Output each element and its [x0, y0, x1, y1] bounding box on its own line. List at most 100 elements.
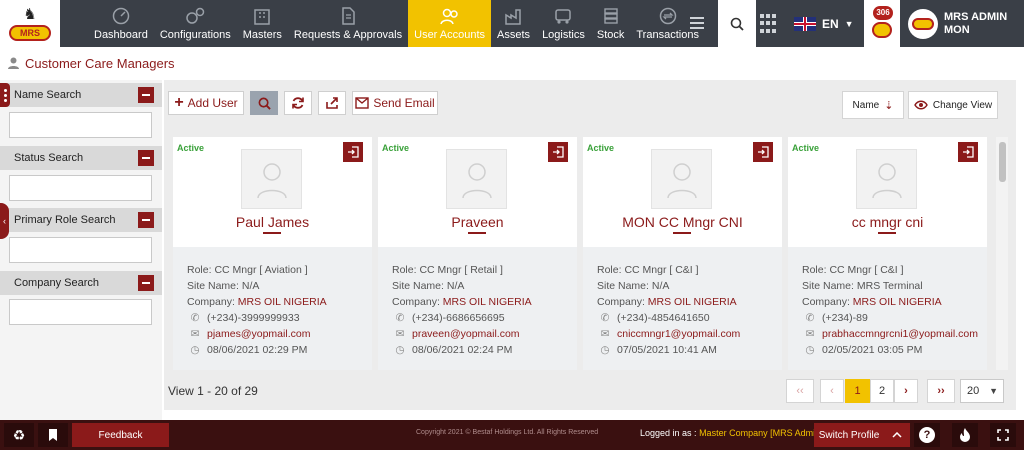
name-search-input[interactable]	[9, 112, 152, 138]
search-button[interactable]	[250, 91, 278, 115]
date-row: ◷ 08/06/2021 02:29 PM	[187, 342, 372, 358]
page-title-text: Customer Care Managers	[25, 55, 175, 71]
name-underline	[673, 232, 691, 234]
nav-label: Masters	[242, 29, 282, 41]
add-user-label: Add User	[187, 96, 238, 110]
role-row: Role: CC Mngr [ C&I ]	[802, 264, 904, 276]
nav-label: Requests & Approvals	[293, 29, 403, 41]
apps-grid-icon[interactable]	[760, 14, 780, 34]
fire-button[interactable]	[952, 423, 978, 447]
company-row: Company: MRS OIL NIGERIA	[597, 296, 737, 308]
nav-configurations[interactable]: Configurations	[154, 0, 237, 47]
footer-bar: ♻ Feedback Copyright 2021 © Bestaf Holdi…	[0, 420, 1024, 450]
filter-header-name[interactable]: Name Search	[0, 83, 162, 107]
prev-page-button[interactable]: ‹	[820, 379, 844, 403]
mrs-logo[interactable]: ♞ MRS	[0, 0, 60, 47]
per-page-select[interactable]: 20 ▼	[960, 379, 1004, 403]
logged-in-label: Logged in as :	[640, 428, 697, 438]
company-search-input[interactable]	[9, 299, 152, 325]
email-row[interactable]: ✉ cniccmngr1@yopmail.com	[597, 326, 782, 342]
nav-label: User Accounts	[414, 29, 486, 41]
next-page-button[interactable]: ›	[894, 379, 918, 403]
gears-icon	[184, 6, 206, 26]
export-button[interactable]	[318, 91, 346, 115]
export-icon	[326, 97, 338, 109]
feedback-button[interactable]: Feedback	[72, 423, 169, 447]
primary-role-search-input[interactable]	[9, 237, 152, 263]
email-row[interactable]: ✉ praveen@yopmail.com	[392, 326, 577, 342]
email-row[interactable]: ✉ prabhaccmngrcni1@yopmail.com	[802, 326, 987, 342]
refresh-button[interactable]	[284, 91, 312, 115]
status-badge: Active	[587, 143, 615, 153]
card-name: Praveen	[451, 214, 504, 230]
factory-icon	[503, 6, 525, 26]
send-email-button[interactable]: Send Email	[352, 91, 438, 115]
profile-placeholder-icon	[446, 149, 507, 209]
nav-stock[interactable]: Stock	[591, 0, 631, 47]
filter-header-primary-role[interactable]: Primary Role Search	[0, 208, 162, 232]
fullscreen-icon	[997, 429, 1009, 441]
clock-icon: ◷	[805, 344, 815, 356]
nav-user-accounts[interactable]: User Accounts	[408, 0, 492, 47]
login-as-button[interactable]	[958, 142, 978, 162]
page-2-button[interactable]: 2	[870, 379, 894, 403]
sidebar-collapse-chevron-icon[interactable]: ‹	[0, 203, 9, 239]
top-search-button[interactable]	[718, 0, 756, 47]
notifications-button[interactable]: 306	[864, 0, 900, 47]
change-view-button[interactable]: Change View	[908, 91, 998, 119]
chevron-up-icon[interactable]	[884, 423, 910, 447]
filter-label: Status Search	[14, 152, 84, 164]
collapse-minus-icon[interactable]	[138, 212, 154, 228]
bookmark-button[interactable]	[38, 423, 68, 447]
clock-icon: ◷	[395, 344, 405, 356]
last-page-button[interactable]: ››	[927, 379, 955, 403]
hamburger-menu-icon[interactable]	[690, 11, 714, 35]
recycle-button[interactable]: ♻	[4, 423, 34, 447]
site-row: Site Name: MRS Terminal	[802, 280, 923, 292]
nav-dashboard[interactable]: Dashboard	[88, 0, 154, 47]
login-as-button[interactable]	[343, 142, 363, 162]
phone-icon: ✆	[600, 312, 610, 324]
name-underline	[878, 232, 896, 234]
page-1-button[interactable]: 1	[845, 379, 870, 403]
language-selector[interactable]: EN ▼	[786, 0, 862, 47]
collapse-minus-icon[interactable]	[138, 275, 154, 291]
add-user-button[interactable]: + Add User	[168, 91, 244, 115]
user-card[interactable]: Active cc mngr cni Role: CC Mngr [ C&I ]…	[788, 137, 987, 370]
nav-label: Dashboard	[94, 29, 148, 41]
login-as-button[interactable]	[548, 142, 568, 162]
collapse-minus-icon[interactable]	[138, 87, 154, 103]
collapse-minus-icon[interactable]	[138, 150, 154, 166]
scrollbar-thumb[interactable]	[999, 142, 1006, 182]
help-button[interactable]: ?	[914, 423, 940, 447]
first-page-button[interactable]: ‹‹	[786, 379, 814, 403]
sort-icon: ⇣	[884, 99, 894, 112]
email-row[interactable]: ✉ pjames@yopmail.com	[187, 326, 372, 342]
site-row: Site Name: N/A	[392, 280, 465, 292]
profile-placeholder-icon	[241, 149, 302, 209]
company-row: Company: MRS OIL NIGERIA	[392, 296, 532, 308]
nav-logistics[interactable]: Logistics	[536, 0, 591, 47]
status-search-input[interactable]	[9, 175, 152, 201]
sort-by-name-button[interactable]: Name ⇣	[842, 91, 904, 119]
filter-header-company[interactable]: Company Search	[0, 271, 162, 295]
fullscreen-button[interactable]	[990, 423, 1016, 447]
role-row: Role: CC Mngr [ Retail ]	[392, 264, 503, 276]
login-as-button[interactable]	[753, 142, 773, 162]
user-card[interactable]: Active Paul James Role: CC Mngr [ Aviati…	[173, 137, 372, 370]
switch-profile-button[interactable]: Switch Profile	[814, 423, 884, 447]
filter-header-status[interactable]: Status Search	[0, 146, 162, 170]
more-options-icon[interactable]	[0, 83, 10, 107]
main-content: + Add User Send Email Name ⇣ Change View…	[164, 80, 1016, 410]
nav-assets[interactable]: Assets	[491, 0, 536, 47]
refresh-icon	[292, 97, 304, 109]
nav-masters[interactable]: Masters	[237, 0, 288, 47]
phone-row: ✆ (+234)-4854641650	[597, 310, 782, 326]
clock-icon: ◷	[600, 344, 610, 356]
clock-icon: ◷	[190, 344, 200, 356]
role-row: Role: CC Mngr [ C&I ]	[597, 264, 699, 276]
nav-requests-approvals[interactable]: Requests & Approvals	[288, 0, 408, 47]
user-card[interactable]: Active Praveen Role: CC Mngr [ Retail ] …	[378, 137, 577, 370]
user-profile-menu[interactable]: MRS ADMIN MON	[904, 0, 1024, 47]
user-card[interactable]: Active MON CC Mngr CNI Role: CC Mngr [ C…	[583, 137, 782, 370]
